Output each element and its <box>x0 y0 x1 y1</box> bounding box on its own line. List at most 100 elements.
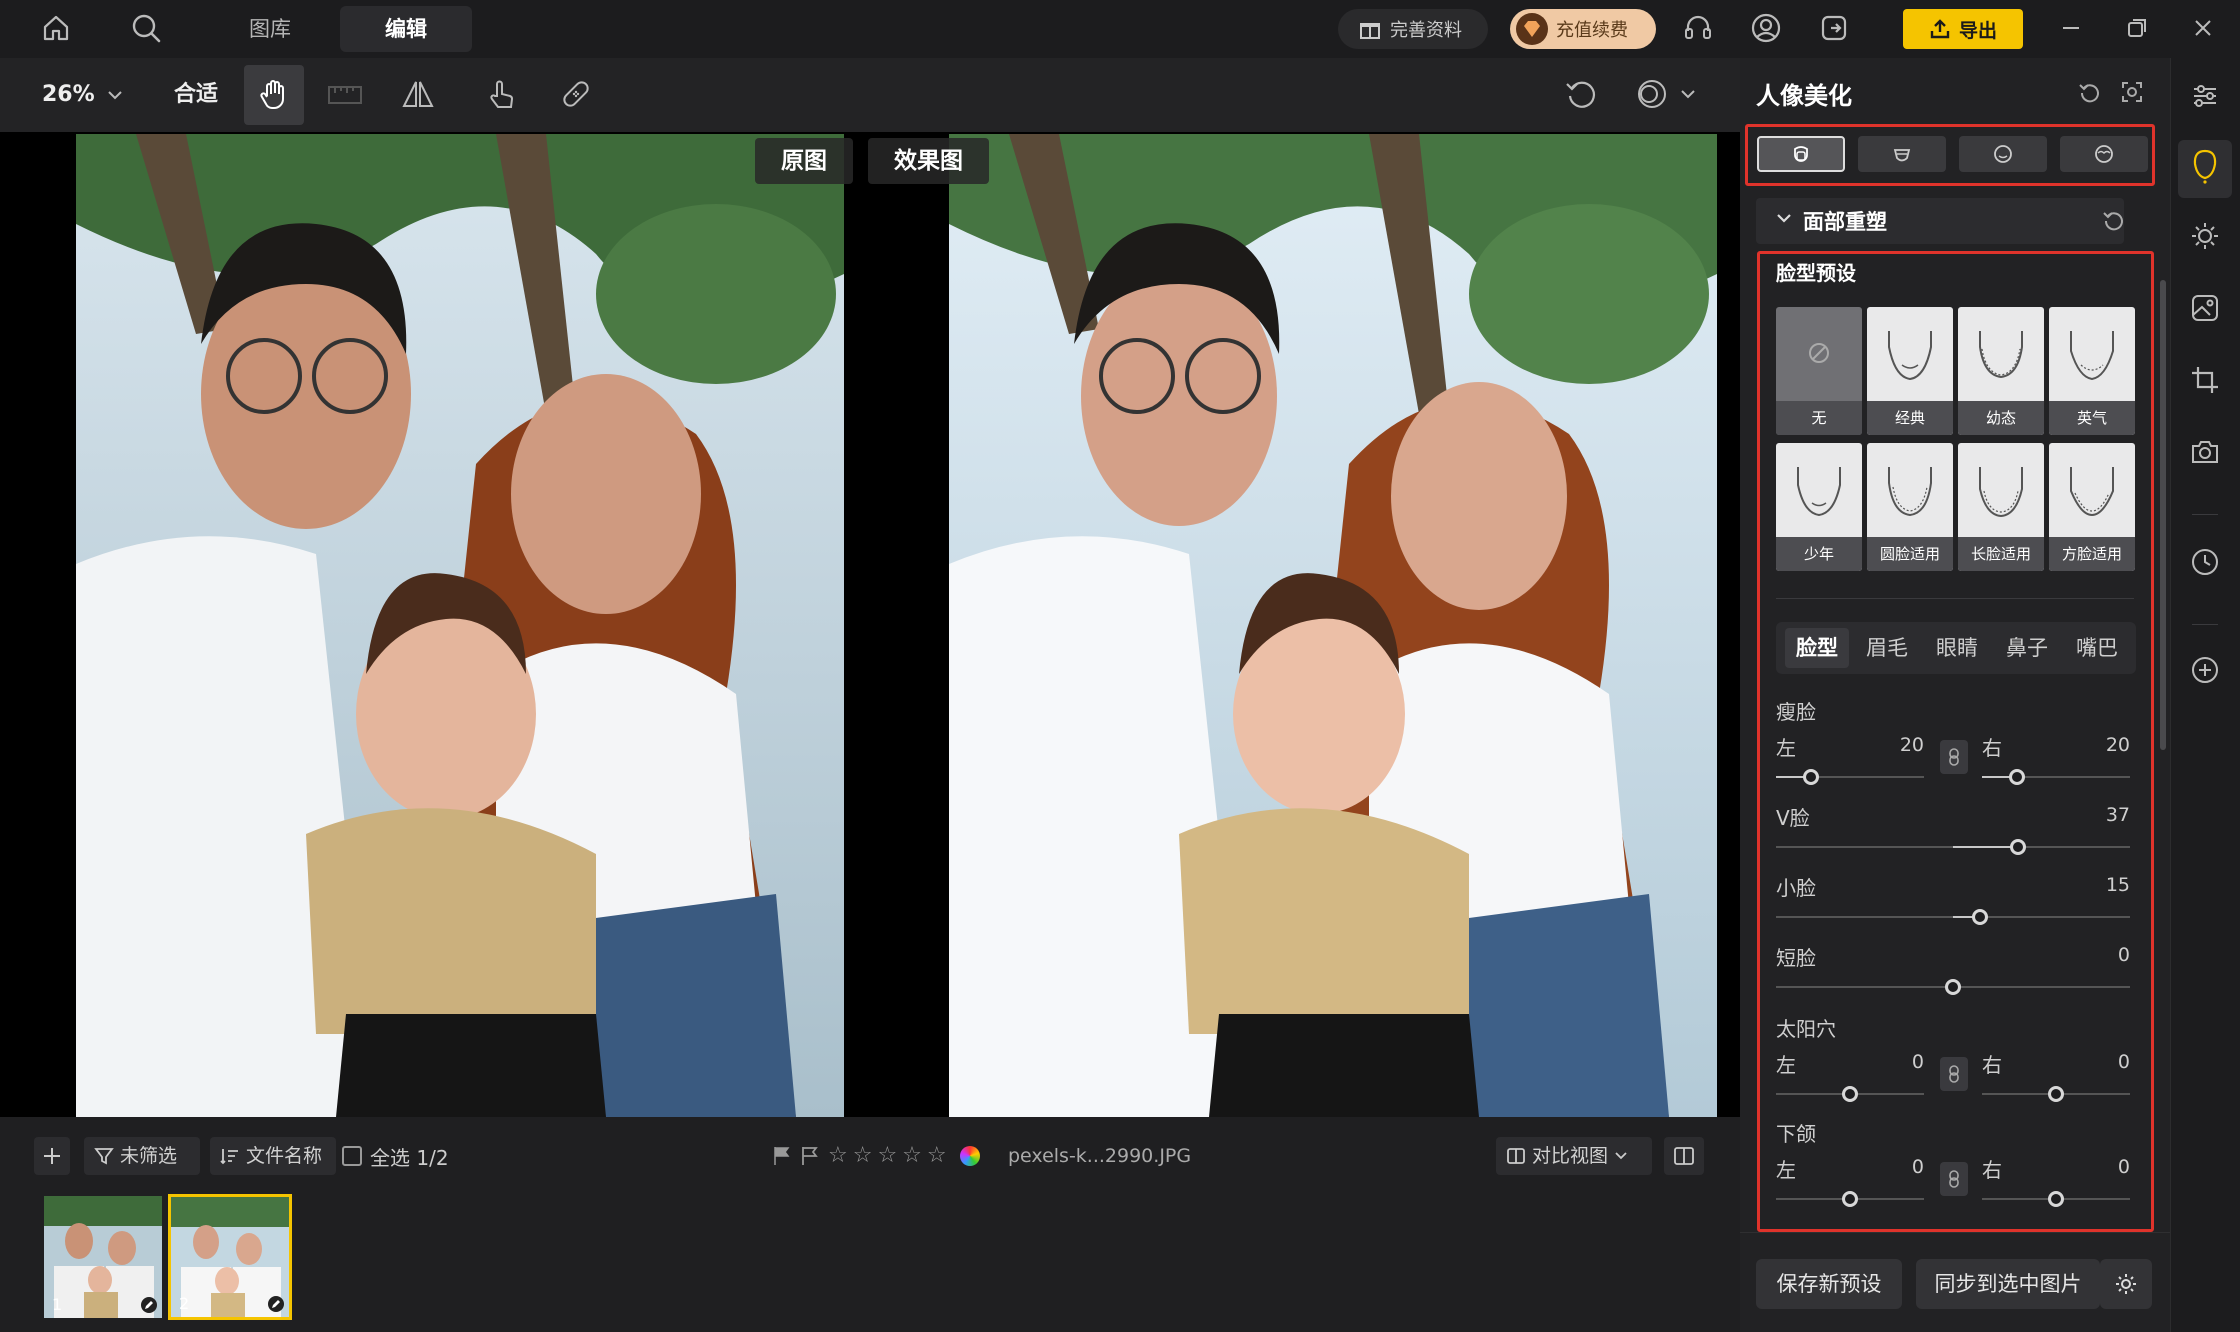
link-toggle-button[interactable] <box>1940 740 1968 774</box>
temple-right-value[interactable]: 0 <box>2086 1051 2130 1073</box>
star-rating-icon[interactable]: ☆☆☆☆☆ <box>828 1143 952 1168</box>
subtab-face[interactable]: 脸型 <box>1785 628 1849 668</box>
add-image-button[interactable] <box>34 1137 70 1175</box>
v-face-value[interactable]: 37 <box>2086 804 2130 826</box>
settings-button[interactable] <box>2100 1259 2152 1309</box>
search-icon[interactable] <box>128 10 164 46</box>
light-sun-icon[interactable] <box>2187 218 2223 254</box>
jaw-left-handle[interactable] <box>1842 1191 1858 1207</box>
flip-icon[interactable] <box>400 78 436 112</box>
thumbnail-2-selected[interactable]: 2 <box>168 1194 292 1320</box>
subtab-eyebrows[interactable]: 眉毛 <box>1855 628 1919 668</box>
preset-round-face[interactable]: 圆脸适用 <box>1867 443 1953 571</box>
tab-library[interactable]: 图库 <box>230 6 310 52</box>
eyes-mode-tab[interactable] <box>2060 136 2148 172</box>
preset-classic[interactable]: 经典 <box>1867 307 1953 435</box>
ruler-icon[interactable] <box>327 78 363 112</box>
preset-boyish[interactable]: 少年 <box>1776 443 1862 571</box>
jaw-label: 下颌 <box>1776 1122 1816 1146</box>
flag-icon[interactable] <box>772 1145 792 1167</box>
sort-button[interactable]: 文件名称 <box>210 1137 336 1175</box>
close-icon[interactable] <box>2185 10 2221 46</box>
preset-long-face[interactable]: 长脸适用 <box>1958 443 2044 571</box>
reset-panel-icon[interactable] <box>2078 80 2102 104</box>
sort-icon <box>220 1149 238 1165</box>
history-clock-icon[interactable] <box>2187 544 2223 580</box>
bandage-icon[interactable] <box>558 76 594 112</box>
touch-icon[interactable] <box>484 76 520 112</box>
face-shape-icon <box>1794 146 1808 162</box>
preset-square-face[interactable]: 方脸适用 <box>2049 443 2135 571</box>
sync-to-selected-button[interactable]: 同步到选中图片 <box>1916 1259 2100 1309</box>
subtab-eyes[interactable]: 眼睛 <box>1925 628 1989 668</box>
expression-mode-tab[interactable] <box>1959 136 2047 172</box>
preset-label: 圆脸适用 <box>1867 537 1953 571</box>
section-title: 面部重塑 <box>1803 210 1887 234</box>
portrait-face-icon[interactable] <box>2187 148 2223 184</box>
temple-right-handle[interactable] <box>2048 1086 2064 1102</box>
headset-icon[interactable] <box>1680 10 1716 46</box>
adjust-sliders-icon[interactable] <box>2187 78 2223 114</box>
link-toggle-button[interactable] <box>1940 1162 1968 1196</box>
home-icon[interactable] <box>38 10 74 46</box>
filter-label: 未筛选 <box>120 1145 178 1167</box>
jaw-left-label: 左 <box>1776 1158 1796 1182</box>
compare-view-select[interactable]: 对比视图 <box>1496 1137 1652 1175</box>
slim-face-right-value[interactable]: 20 <box>2086 734 2130 756</box>
chevron-down-icon[interactable] <box>1776 212 1792 226</box>
preset-label: 幼态 <box>1958 401 2044 435</box>
small-face-value[interactable]: 15 <box>2086 874 2130 896</box>
slim-face-left-value[interactable]: 20 <box>1880 734 1924 756</box>
body-mode-tab[interactable] <box>1858 136 1946 172</box>
subtab-nose[interactable]: 鼻子 <box>1995 628 2059 668</box>
overlay-mode-button[interactable] <box>1634 76 1696 112</box>
face-reshape-mode-tab[interactable] <box>1757 136 1845 172</box>
temple-left-handle[interactable] <box>1842 1086 1858 1102</box>
thumbnail-1[interactable]: 1 <box>44 1196 162 1318</box>
undo-icon[interactable] <box>1564 76 1600 112</box>
short-face-label: 短脸 <box>1776 946 1816 970</box>
jaw-left-value[interactable]: 0 <box>1880 1156 1924 1178</box>
save-preset-button[interactable]: 保存新预设 <box>1756 1259 1902 1309</box>
reset-section-icon[interactable] <box>2102 208 2126 232</box>
temple-left-value[interactable]: 0 <box>1880 1051 1924 1073</box>
export-button[interactable]: 导出 <box>1903 9 2023 49</box>
fit-button[interactable]: 合适 <box>174 78 218 112</box>
slim-face-right-handle[interactable] <box>2009 769 2025 785</box>
preset-youthful[interactable]: 幼态 <box>1958 307 2044 435</box>
select-all-checkbox[interactable]: 全选 1/2 <box>342 1137 449 1175</box>
logout-icon[interactable] <box>1816 10 1852 46</box>
user-avatar-icon[interactable] <box>1748 10 1784 46</box>
short-face-value[interactable]: 0 <box>2086 944 2130 966</box>
preset-none[interactable]: 无 <box>1776 307 1862 435</box>
camera-icon[interactable] <box>2187 434 2223 470</box>
slim-face-left-handle[interactable] <box>1803 769 1819 785</box>
hand-tool-button[interactable] <box>244 65 304 125</box>
top-bar: 图库 编辑 完善资料 充值续费 导出 <box>0 0 2240 58</box>
minimize-icon[interactable] <box>2053 10 2089 46</box>
add-tool-icon[interactable] <box>2187 652 2223 688</box>
link-toggle-button[interactable] <box>1940 1057 1968 1091</box>
image-enhance-icon[interactable] <box>2187 290 2223 326</box>
color-label-icon[interactable] <box>959 1145 980 1166</box>
v-face-handle[interactable] <box>2010 839 2026 855</box>
crop-icon[interactable] <box>2187 362 2223 398</box>
jaw-right-handle[interactable] <box>2048 1191 2064 1207</box>
jaw-right-value[interactable]: 0 <box>2086 1156 2130 1178</box>
gift-icon <box>1360 23 1380 39</box>
face-detect-icon[interactable] <box>2120 80 2144 104</box>
panel-scrollbar[interactable] <box>2160 280 2166 750</box>
restore-window-icon[interactable] <box>2119 10 2155 46</box>
tab-edit[interactable]: 编辑 <box>340 6 472 52</box>
image-canvas[interactable] <box>0 132 1740 1117</box>
subtab-mouth[interactable]: 嘴巴 <box>2065 628 2129 668</box>
preset-heroic[interactable]: 英气 <box>2049 307 2135 435</box>
split-view-button[interactable] <box>1664 1137 1704 1175</box>
short-face-handle[interactable] <box>1945 979 1961 995</box>
reject-flag-icon[interactable] <box>800 1145 820 1167</box>
zoom-select[interactable]: 26% <box>42 78 123 112</box>
filter-button[interactable]: 未筛选 <box>84 1137 200 1175</box>
small-face-handle[interactable] <box>1972 909 1988 925</box>
recharge-button[interactable]: 充值续费 <box>1510 9 1656 49</box>
complete-profile-button[interactable]: 完善资料 <box>1338 9 1488 49</box>
